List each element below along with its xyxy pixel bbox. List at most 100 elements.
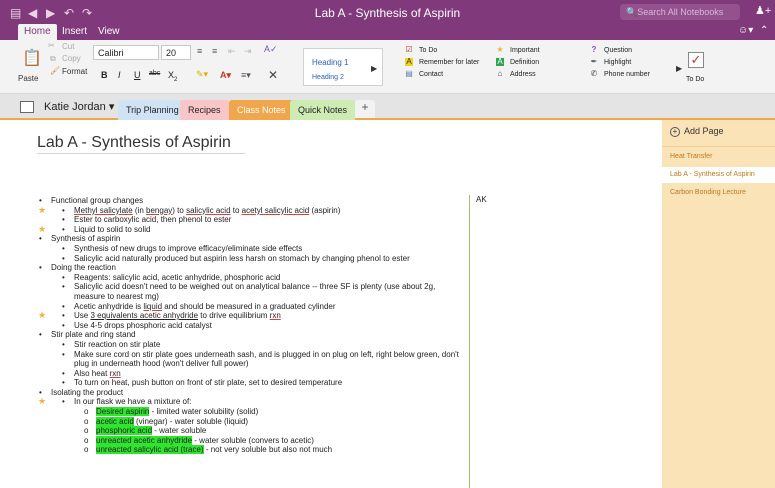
note-text: unreacted acetic anhydride — [96, 435, 193, 445]
page-item-lab-a[interactable]: Lab A - Synthesis of Aspirin — [670, 171, 755, 178]
list-item: • Stir reaction on stir plate — [38, 340, 468, 350]
side-note[interactable]: AK — [476, 195, 487, 204]
todo-tag-button[interactable]: To Do — [686, 76, 704, 83]
bullet: • — [62, 311, 65, 321]
section-tab-recipes[interactable]: Recipes — [180, 100, 229, 120]
subscript-button[interactable]: X2 — [168, 70, 177, 83]
format-painter-button[interactable]: Format — [62, 67, 87, 76]
bullet: • — [62, 397, 65, 407]
note-text: - not very soluble but also not much — [203, 445, 333, 455]
font-color-icon[interactable]: A▾ — [220, 70, 231, 81]
note-text: Isolating the product — [51, 387, 124, 397]
note-text: Synthesis of aspirin — [51, 234, 121, 244]
note-text: - water soluble (convers to acetic) — [192, 435, 314, 445]
notebook-list-icon[interactable] — [20, 101, 34, 113]
note-text: Make sure cord on stir plate goes undern… — [74, 349, 459, 369]
tag-phone[interactable]: ✆ Phone number — [590, 70, 650, 79]
font-size-dropdown[interactable]: 20 — [161, 45, 191, 60]
note-text: Use 4-5 drops phosphoric acid catalyst — [74, 320, 212, 330]
style-heading-1[interactable]: Heading 1 — [312, 58, 348, 67]
note-text: Use — [74, 311, 91, 321]
pen-icon: ✒ — [590, 57, 598, 66]
copy-icon[interactable]: ⧉ — [50, 54, 56, 64]
tag-remember[interactable]: A Remember for later — [405, 58, 479, 66]
tab-insert[interactable]: Insert — [56, 24, 93, 40]
highlight-color-icon[interactable]: ✎▾ — [196, 69, 208, 80]
tag-contact[interactable]: ▤ Contact — [405, 69, 444, 79]
numbered-list-icon[interactable]: ≡ — [212, 46, 217, 56]
bullet: o — [84, 416, 89, 426]
notebook-name: Katie Jordan — [44, 101, 106, 113]
contact-icon: ▤ — [405, 69, 413, 78]
tag-address[interactable]: ⌂ Address — [496, 70, 536, 79]
page-item-heat-transfer[interactable]: Heat Transfer — [670, 153, 712, 160]
tag-highlight[interactable]: ✒ Highlight — [590, 57, 632, 67]
page-canvas[interactable]: Lab A - Synthesis of Aspirin AK • Functio… — [0, 120, 662, 488]
format-painter-icon[interactable]: 🖌 — [50, 66, 60, 75]
strikethrough-button[interactable]: abc — [149, 70, 160, 77]
increase-indent-icon[interactable]: ⇥ — [244, 46, 252, 57]
tag-todo[interactable]: ☑ To Do — [405, 46, 437, 55]
bold-button[interactable]: B — [101, 70, 108, 80]
note-text: Desired aspirin — [96, 407, 150, 417]
note-text: - water soluble — [152, 426, 207, 436]
delete-icon[interactable]: ✕ — [268, 68, 278, 82]
note-text: 3 equivalents acetic anhydride — [90, 311, 199, 321]
note-text: (aspirin) — [309, 205, 341, 215]
note-text: bengay — [146, 205, 173, 215]
list-item: ★ • Use 3 equivalents acetic anhydride to … — [38, 311, 468, 321]
font-name-dropdown[interactable]: Calibri — [93, 45, 159, 60]
tag-question[interactable]: ? Question — [590, 46, 632, 55]
tab-view[interactable]: View — [92, 24, 126, 40]
note-text: - limited water solubility (solid) — [149, 407, 259, 417]
paste-button[interactable]: Paste — [18, 74, 38, 83]
tag-important[interactable]: ★ Important — [496, 46, 539, 55]
notebook-selector[interactable]: Katie Jordan ▾ — [44, 100, 114, 113]
title-underline — [37, 153, 245, 154]
note-text: acetyl salicylic acid — [241, 205, 310, 215]
list-item: • Also heat rxn — [38, 369, 468, 379]
copy-button[interactable]: Copy — [62, 54, 81, 63]
tag-phone-label: Phone number — [604, 71, 650, 78]
cut-button[interactable]: Cut — [62, 42, 74, 51]
search-input[interactable]: 🔍Search All Notebooks — [620, 4, 740, 20]
collapse-ribbon-icon[interactable]: ⌃ — [760, 25, 768, 36]
style-heading-2[interactable]: Heading 2 — [312, 74, 344, 81]
section-tab-trip-planning[interactable]: Trip Planning — [118, 100, 187, 120]
cut-icon[interactable]: ✂ — [48, 41, 55, 50]
bullet: • — [62, 320, 65, 330]
clear-formatting-icon[interactable]: A✓ — [264, 44, 278, 55]
underline-button[interactable]: U — [134, 70, 141, 80]
paste-icon[interactable]: 📋 — [22, 48, 42, 68]
tag-contact-label: Contact — [419, 71, 444, 78]
section-tab-class-notes[interactable]: Class Notes — [229, 100, 294, 120]
align-icon[interactable]: ≡▾ — [241, 70, 251, 81]
list-item: • Reagents: salicylic acid, acetic anhydr… — [38, 273, 468, 283]
list-item: • Salicylic acid naturally produced but a… — [38, 254, 468, 264]
list-item: • Isolating the product — [38, 388, 468, 398]
emoji-smiley-icon[interactable]: ☺▾ — [738, 25, 753, 36]
share-person-icon[interactable]: ♟+ — [755, 4, 771, 17]
page-item-carbon-bonding[interactable]: Carbon Bonding Lecture — [670, 189, 746, 196]
note-outline[interactable]: • Functional group changes ★ • Methyl salic… — [38, 196, 468, 455]
font-name-value: Calibri — [98, 48, 124, 58]
add-section-button[interactable]: + — [355, 100, 375, 118]
note-text: Methyl salicylate — [74, 205, 133, 215]
styles-expand-icon[interactable]: ▶ — [371, 64, 377, 73]
section-tab-quick-notes[interactable]: Quick Notes — [290, 100, 356, 120]
note-text: rxn — [109, 368, 121, 378]
bullet-list-icon[interactable]: ≡ — [197, 46, 202, 56]
italic-button[interactable]: I — [118, 70, 121, 80]
decrease-indent-icon[interactable]: ⇤ — [228, 46, 236, 57]
tags-expand-icon[interactable]: ▶ — [676, 64, 682, 73]
bullet: • — [39, 263, 42, 273]
note-text: (vinegar) - water soluble (liquid) — [133, 416, 249, 426]
todo-checkbox-icon[interactable]: ✓ — [688, 52, 704, 68]
tag-definition[interactable]: A Definition — [496, 58, 539, 66]
onenote-window: ▤ ◀ ▶ ↶ ↷ Lab A - Synthesis of Aspirin 🔍… — [0, 0, 775, 488]
page-title[interactable]: Lab A - Synthesis of Aspirin — [37, 134, 231, 152]
add-page-button[interactable]: + Add Page — [670, 126, 724, 137]
list-item: o phosphoric acid - water soluble — [38, 426, 468, 436]
list-item: o acetic acid (vinegar) - water soluble (… — [38, 416, 468, 427]
tab-home[interactable]: Home — [18, 24, 57, 40]
